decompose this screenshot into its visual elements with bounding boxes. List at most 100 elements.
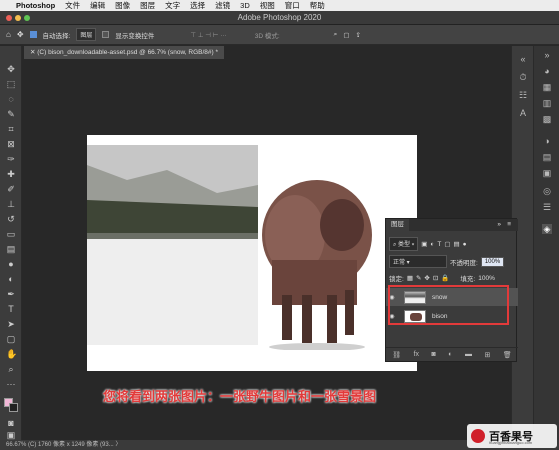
document-tab[interactable]: ✕ (C) bison_downloadable-asset.psd @ 66.… — [24, 46, 225, 59]
move-tool-icon[interactable]: ✥ — [17, 30, 24, 39]
menu-layer[interactable]: 图层 — [140, 0, 155, 11]
color-icon[interactable]: ◕ — [542, 66, 552, 76]
menu-filter[interactable]: 滤镜 — [215, 0, 230, 11]
frame-tool-icon[interactable]: ⊠ — [6, 139, 16, 149]
add-mask-icon[interactable]: ◙ — [432, 351, 436, 358]
lock-artboard-icon[interactable]: ⊡ — [433, 274, 438, 282]
quick-mask-icon[interactable]: ◙ — [6, 418, 16, 428]
marquee-tool-icon[interactable]: ⬚ — [6, 79, 16, 89]
styles-icon[interactable]: ▣ — [542, 168, 552, 178]
filter-toggle-icon[interactable]: ● — [463, 241, 467, 248]
minimize-window-button[interactable] — [15, 15, 21, 21]
new-layer-icon[interactable]: ⊞ — [484, 351, 490, 359]
link-layers-icon[interactable]: ⛓ — [392, 351, 401, 359]
menu-type[interactable]: 文字 — [165, 0, 180, 11]
mode-3d-label: 3D 模式: — [254, 32, 280, 40]
home-icon[interactable]: ⌂ — [6, 30, 11, 39]
lock-label: 锁定: — [389, 276, 404, 283]
filter-shape-icon[interactable]: ▢ — [444, 240, 450, 248]
eraser-tool-icon[interactable]: ▭ — [6, 229, 16, 239]
adjustments-icon[interactable]: ◑ — [542, 136, 552, 146]
paths-icon[interactable]: ☰ — [542, 202, 552, 212]
filter-type-dropdown[interactable]: ⌕ 类型 ▾ — [389, 237, 419, 251]
expand-panels-icon[interactable]: « — [518, 54, 528, 64]
hand-tool-icon[interactable]: ✋ — [6, 349, 17, 359]
move-tool-icon[interactable]: ✥ — [6, 64, 16, 74]
background-color-swatch[interactable] — [9, 403, 18, 412]
menu-window[interactable]: 窗口 — [285, 0, 300, 11]
lock-image-icon[interactable]: ✎ — [416, 274, 421, 282]
layers-footer: ⛓ fx ◙ ◐ ▬ ⊞ 🗑 — [386, 347, 518, 361]
character-icon[interactable]: A — [518, 108, 528, 118]
gradients-icon[interactable]: ▥ — [542, 98, 552, 108]
opacity-input[interactable]: 100% — [480, 256, 505, 267]
fill-input[interactable]: 100% — [478, 275, 495, 282]
lock-position-icon[interactable]: ✥ — [424, 274, 429, 282]
menu-view[interactable]: 视图 — [260, 0, 275, 11]
menu-file[interactable]: 文件 — [65, 0, 80, 11]
search-icon[interactable]: ⌕ — [334, 31, 338, 39]
blend-mode-dropdown[interactable]: 正常 ▾ — [389, 255, 447, 268]
menu-edit[interactable]: 编辑 — [90, 0, 105, 11]
filter-pixel-icon[interactable]: ▣ — [421, 240, 427, 248]
channels-icon[interactable]: ◎ — [542, 186, 552, 196]
new-group-icon[interactable]: ▬ — [465, 351, 472, 358]
lasso-tool-icon[interactable]: ◌ — [6, 94, 16, 104]
window-title: Adobe Photoshop 2020 — [237, 13, 322, 22]
document-tab-label: (C) bison_downloadable-asset.psd @ 66.7%… — [37, 49, 219, 56]
blur-tool-icon[interactable]: ● — [6, 259, 16, 269]
crop-tool-icon[interactable]: ⌗ — [6, 124, 16, 134]
brush-tool-icon[interactable]: ✐ — [6, 184, 16, 194]
auto-select-dropdown[interactable]: 图层 — [76, 28, 97, 41]
show-transform-checkbox[interactable] — [102, 31, 110, 38]
more-tools-icon[interactable]: ··· — [6, 379, 16, 389]
fx-icon[interactable]: fx — [414, 351, 419, 358]
pen-tool-icon[interactable]: ✒ — [6, 289, 16, 299]
filter-smart-icon[interactable]: ▤ — [453, 240, 459, 248]
layers-tab-bar: 图层 » ≡ — [386, 219, 518, 231]
menu-image[interactable]: 图像 — [115, 0, 130, 11]
patterns-icon[interactable]: ▩ — [542, 114, 552, 124]
path-select-tool-icon[interactable]: ➤ — [6, 319, 16, 329]
eyedropper-tool-icon[interactable]: ✑ — [6, 154, 16, 164]
quick-select-tool-icon[interactable]: ✎ — [6, 109, 16, 119]
gradient-tool-icon[interactable]: ▤ — [6, 244, 16, 254]
lock-transparent-icon[interactable]: ▦ — [407, 274, 413, 282]
align-icons[interactable]: ⊤ ⊥ ⊣ ⊢ ··· — [190, 31, 226, 39]
rectangle-tool-icon[interactable]: ▢ — [6, 334, 16, 344]
panel-menu-icon[interactable]: ≡ — [502, 219, 516, 231]
snow-image — [87, 145, 258, 345]
auto-select-checkbox[interactable] — [29, 31, 37, 38]
swatches-icon[interactable]: ▦ — [542, 82, 552, 92]
dodge-tool-icon[interactable]: ◐ — [6, 274, 16, 284]
adjustment-layer-icon[interactable]: ◐ — [448, 351, 452, 358]
lock-all-icon[interactable]: 🔒 — [441, 274, 449, 282]
menu-help[interactable]: 帮助 — [310, 0, 325, 11]
stamp-tool-icon[interactable]: ⊥ — [6, 199, 16, 209]
workspace-icon[interactable]: ▢ — [343, 31, 349, 39]
share-icon[interactable]: ⇪ — [355, 31, 360, 39]
delete-layer-icon[interactable]: 🗑 — [503, 351, 512, 359]
filter-type-icon[interactable]: T — [437, 241, 441, 248]
show-transform-label: 显示变换控件 — [115, 32, 155, 40]
brand-logo-icon — [471, 429, 485, 443]
properties-icon[interactable]: ☷ — [518, 90, 528, 100]
layers-tab[interactable]: 图层 — [386, 219, 409, 231]
healing-tool-icon[interactable]: ✚ — [6, 169, 16, 179]
tools-panel: ✥ ⬚ ◌ ✎ ⌗ ⊠ ✑ ✚ ✐ ⊥ ↺ ▭ ▤ ● ◐ ✒ T ➤ ▢ ✋ … — [0, 46, 22, 440]
libraries-icon[interactable]: ▤ — [542, 152, 552, 162]
history-icon[interactable]: ⏱ — [518, 72, 528, 82]
menu-3d[interactable]: 3D — [240, 1, 250, 10]
document-canvas[interactable] — [87, 135, 417, 371]
type-tool-icon[interactable]: T — [6, 304, 16, 314]
screen-mode-icon[interactable]: ▣ — [6, 430, 16, 440]
zoom-window-button[interactable] — [24, 15, 30, 21]
filter-adjust-icon[interactable]: ◐ — [430, 241, 434, 248]
layers-panel-icon[interactable]: ◈ — [542, 224, 552, 234]
zoom-tool-icon[interactable]: ⌕ — [6, 364, 16, 374]
history-brush-tool-icon[interactable]: ↺ — [6, 214, 16, 224]
menu-photoshop[interactable]: Photoshop — [16, 1, 55, 10]
collapse-panels-icon[interactable]: » — [542, 50, 552, 60]
menu-select[interactable]: 选择 — [190, 0, 205, 11]
close-window-button[interactable] — [6, 15, 12, 21]
